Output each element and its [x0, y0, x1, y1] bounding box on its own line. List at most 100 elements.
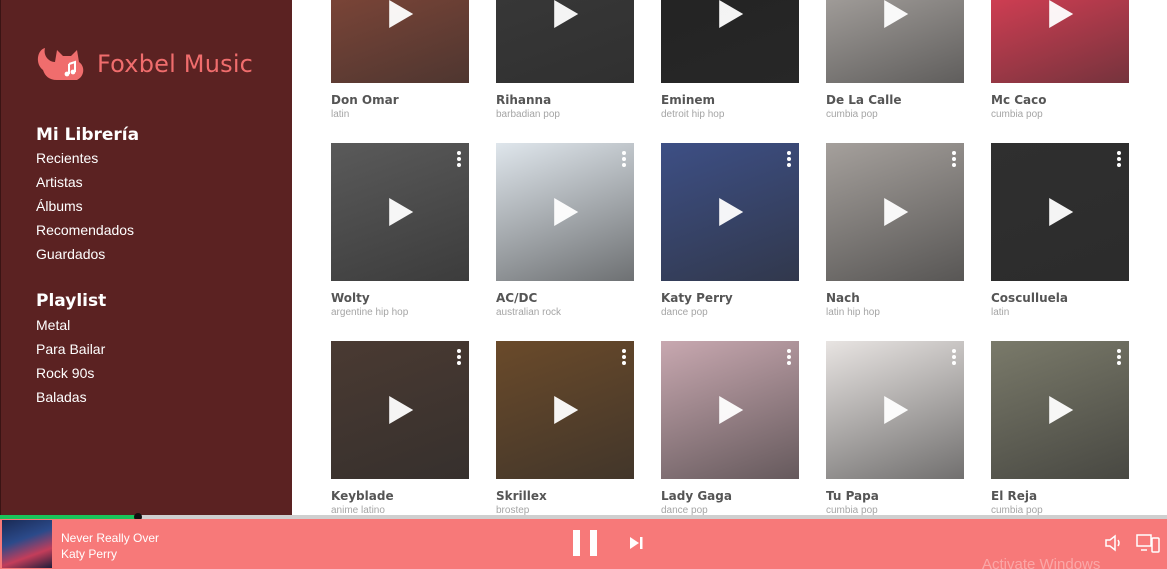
- play-icon[interactable]: [884, 198, 909, 226]
- next-button[interactable]: [628, 535, 644, 551]
- playlist-item-rock-90s[interactable]: Rock 90s: [36, 361, 105, 385]
- artist-name[interactable]: AC/DC: [496, 291, 634, 305]
- more-options-icon[interactable]: [457, 151, 461, 169]
- artist-image[interactable]: [661, 341, 799, 479]
- play-icon[interactable]: [554, 0, 579, 28]
- more-options-icon[interactable]: [952, 151, 956, 169]
- devices-button[interactable]: [1136, 532, 1160, 554]
- track-artist: Katy Perry: [61, 547, 118, 561]
- pause-icon: [573, 530, 580, 556]
- devices-icon: [1136, 534, 1160, 553]
- artist-image[interactable]: [826, 143, 964, 281]
- more-options-icon[interactable]: [952, 349, 956, 367]
- playlist-item-baladas[interactable]: Baladas: [36, 385, 105, 409]
- artist-card[interactable]: Lady Gaga dance pop: [661, 341, 799, 516]
- pause-icon: [590, 530, 597, 556]
- play-icon[interactable]: [1049, 396, 1074, 424]
- artist-card[interactable]: De La Calle cumbia pop: [826, 0, 964, 120]
- play-icon[interactable]: [884, 0, 909, 28]
- nav-item-albums[interactable]: Álbums: [36, 194, 134, 218]
- artist-name[interactable]: Keyblade: [331, 489, 469, 503]
- artist-card[interactable]: Mc Caco cumbia pop: [991, 0, 1129, 120]
- play-icon[interactable]: [884, 396, 909, 424]
- playlist-nav: Metal Para Bailar Rock 90s Baladas: [36, 313, 105, 409]
- nav-item-recomendados[interactable]: Recomendados: [36, 218, 134, 242]
- artist-card[interactable]: AC/DC australian rock: [496, 143, 634, 318]
- artist-image[interactable]: [826, 341, 964, 479]
- artist-image[interactable]: [496, 0, 634, 83]
- os-watermark: Activate Windows: [982, 556, 1101, 569]
- artist-name[interactable]: Wolty: [331, 291, 469, 305]
- artist-name[interactable]: Don Omar: [331, 93, 469, 107]
- playlist-item-para-bailar[interactable]: Para Bailar: [36, 337, 105, 361]
- playlist-item-metal[interactable]: Metal: [36, 313, 105, 337]
- nav-item-guardados[interactable]: Guardados: [36, 242, 134, 266]
- artist-image[interactable]: [661, 143, 799, 281]
- more-options-icon[interactable]: [622, 151, 626, 169]
- more-options-icon[interactable]: [1117, 349, 1121, 367]
- nav-item-artistas[interactable]: Artistas: [36, 170, 134, 194]
- artist-card[interactable]: Keyblade anime latino: [331, 341, 469, 516]
- artist-name[interactable]: De La Calle: [826, 93, 964, 107]
- more-options-icon[interactable]: [1117, 151, 1121, 169]
- artist-name[interactable]: Katy Perry: [661, 291, 799, 305]
- album-cover[interactable]: [2, 520, 52, 568]
- pause-button[interactable]: [573, 530, 597, 556]
- artist-image[interactable]: [496, 143, 634, 281]
- artist-image[interactable]: [496, 341, 634, 479]
- artist-card[interactable]: Rihanna barbadian pop: [496, 0, 634, 120]
- artist-name[interactable]: Nach: [826, 291, 964, 305]
- artist-card[interactable]: El Reja cumbia pop: [991, 341, 1129, 516]
- artist-card[interactable]: Don Omar latin: [331, 0, 469, 120]
- app: Foxbel Music Mi Librería Recientes Artis…: [0, 0, 1167, 569]
- artist-image[interactable]: [991, 341, 1129, 479]
- artist-name[interactable]: Skrillex: [496, 489, 634, 503]
- artist-card[interactable]: Eminem detroit hip hop: [661, 0, 799, 120]
- artist-genre: cumbia pop: [991, 109, 1043, 120]
- artist-card[interactable]: Katy Perry dance pop: [661, 143, 799, 318]
- play-icon[interactable]: [389, 396, 414, 424]
- artist-name[interactable]: Lady Gaga: [661, 489, 799, 503]
- artist-card[interactable]: Cosculluela latin: [991, 143, 1129, 318]
- artist-genre: detroit hip hop: [661, 109, 725, 120]
- volume-button[interactable]: [1104, 533, 1124, 553]
- artist-genre: barbadian pop: [496, 109, 560, 120]
- artist-name[interactable]: Eminem: [661, 93, 799, 107]
- more-options-icon[interactable]: [787, 349, 791, 367]
- play-icon[interactable]: [719, 198, 744, 226]
- artist-image[interactable]: [991, 0, 1129, 83]
- artist-name[interactable]: Mc Caco: [991, 93, 1129, 107]
- artist-card[interactable]: Tu Papa cumbia pop: [826, 341, 964, 516]
- player-bar: Never Really Over Katy Perry Activate Wi…: [0, 519, 1167, 569]
- artist-name[interactable]: Rihanna: [496, 93, 634, 107]
- play-icon[interactable]: [719, 396, 744, 424]
- skip-next-icon: [630, 537, 643, 549]
- artist-name[interactable]: Tu Papa: [826, 489, 964, 503]
- play-icon[interactable]: [389, 0, 414, 28]
- artist-image[interactable]: [826, 0, 964, 83]
- artist-image[interactable]: [331, 0, 469, 83]
- play-icon[interactable]: [554, 198, 579, 226]
- artist-image[interactable]: [331, 143, 469, 281]
- more-options-icon[interactable]: [787, 151, 791, 169]
- more-options-icon[interactable]: [457, 349, 461, 367]
- artist-card[interactable]: Skrillex brostep: [496, 341, 634, 516]
- artist-name[interactable]: Cosculluela: [991, 291, 1129, 305]
- nav-item-recientes[interactable]: Recientes: [36, 146, 134, 170]
- artist-name[interactable]: El Reja: [991, 489, 1129, 503]
- artist-card[interactable]: Wolty argentine hip hop: [331, 143, 469, 318]
- more-options-icon[interactable]: [622, 349, 626, 367]
- play-icon[interactable]: [389, 198, 414, 226]
- play-icon[interactable]: [554, 396, 579, 424]
- logo[interactable]: Foxbel Music: [35, 40, 253, 84]
- artist-card[interactable]: Nach latin hip hop: [826, 143, 964, 318]
- artist-image[interactable]: [331, 341, 469, 479]
- artist-genre: latin hip hop: [826, 307, 880, 318]
- play-icon[interactable]: [719, 0, 744, 28]
- play-icon[interactable]: [1049, 198, 1074, 226]
- speaker-icon: [1105, 534, 1120, 552]
- artist-image[interactable]: [661, 0, 799, 83]
- play-icon[interactable]: [1049, 0, 1074, 28]
- artist-image[interactable]: [991, 143, 1129, 281]
- track-title: Never Really Over: [61, 531, 160, 545]
